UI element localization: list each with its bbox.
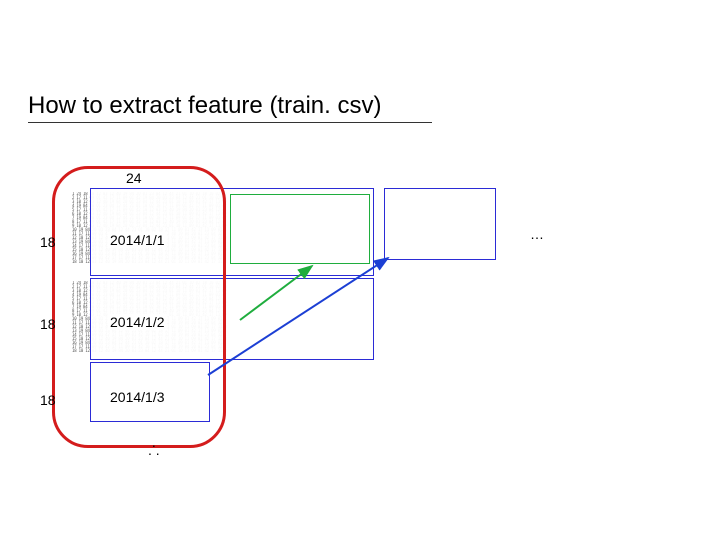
feature-window-highlight [230, 194, 370, 264]
date-label-3: 2014/1/3 [108, 389, 167, 405]
extracted-feature-box [384, 188, 496, 260]
page-title: How to extract feature (train. csv) [28, 92, 381, 120]
date-label-1: 2014/1/1 [108, 232, 167, 248]
source-days-group [52, 166, 226, 448]
title-underline [28, 122, 432, 123]
rows-count-label-1: 18 [40, 234, 56, 250]
columns-count-label: 24 [126, 170, 142, 186]
rows-count-label-3: 18 [40, 392, 56, 408]
ellipsis-bottom: . . . [148, 438, 160, 454]
date-label-2: 2014/1/2 [108, 314, 167, 330]
ellipsis-right: … [530, 226, 546, 242]
rows-count-label-2: 18 [40, 316, 56, 332]
ellipsis-dot-2: . . [148, 442, 160, 458]
